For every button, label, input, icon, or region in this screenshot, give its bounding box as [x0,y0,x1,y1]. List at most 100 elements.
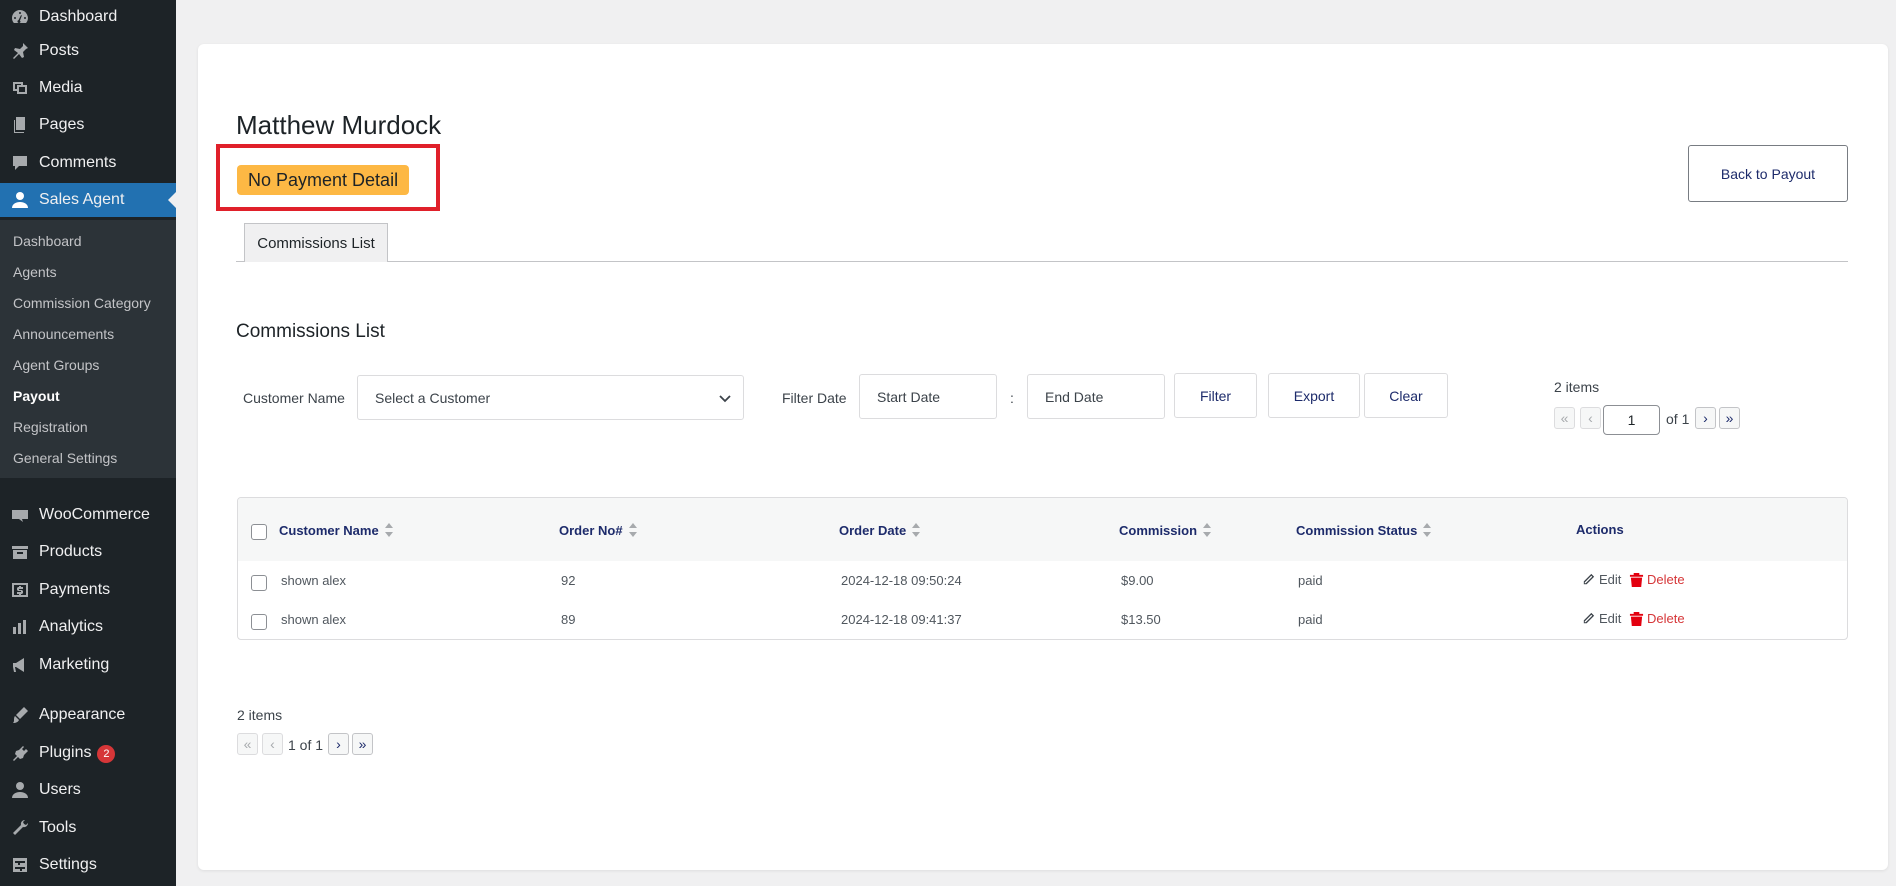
menu-item-payments[interactable]: Payments [0,573,176,607]
menu-item-woocommerce[interactable]: WooCommerce [0,498,176,532]
menu-item-comments[interactable]: Comments [0,146,176,180]
tab-commissions-list[interactable]: Commissions List [244,223,388,262]
customer-select-value: Select a Customer [375,389,491,406]
column-header-actions: Actions [1576,522,1624,537]
menu-label: Plugins 2 [39,743,116,763]
prev-page-button-bottom[interactable]: ‹ [262,733,283,755]
export-button[interactable]: Export [1268,373,1360,418]
current-page-input[interactable] [1603,405,1660,435]
menu-item-media[interactable]: Media [0,71,176,105]
first-page-button[interactable]: « [1554,407,1575,429]
column-header-order-date[interactable]: Order Date [839,522,921,538]
media-icon [10,78,30,98]
brush-icon [10,705,30,725]
pin-icon [10,41,30,61]
menu-item-posts[interactable]: Posts [0,34,176,68]
edit-button[interactable]: Edit [1581,611,1621,626]
row-checkbox[interactable] [251,614,267,630]
menu-item-marketing[interactable]: Marketing [0,648,176,682]
delete-label: Delete [1647,611,1685,626]
submenu-item-general-settings[interactable]: General Settings [13,450,117,466]
last-page-button-bottom[interactable]: » [352,733,373,755]
menu-label: WooCommerce [39,506,150,523]
submenu-item-agent-groups[interactable]: Agent Groups [13,357,99,373]
next-page-button[interactable]: › [1695,407,1716,429]
select-all-checkbox[interactable] [251,524,267,540]
end-date-input[interactable]: End Date [1027,374,1165,419]
users-icon [10,780,30,800]
prev-page-button[interactable]: ‹ [1580,407,1601,429]
column-label: Customer Name [279,522,379,538]
trash-icon [1629,572,1644,587]
menu-label: Settings [39,856,97,873]
back-to-payout-button[interactable]: Back to Payout [1688,145,1848,202]
menu-label: Marketing [39,656,110,673]
menu-label: Payments [39,581,111,598]
date-separator: : [1010,390,1014,406]
edit-button[interactable]: Edit [1581,572,1621,587]
cell-commission: $13.50 [1121,612,1161,627]
column-header-customer-name[interactable]: Customer Name [279,522,394,538]
chevron-down-icon [717,390,733,406]
archive-icon [10,542,30,562]
filter-date-label: Filter Date [782,390,847,406]
menu-label: Appearance [39,706,126,723]
delete-button[interactable]: Delete [1629,611,1685,626]
sort-icon [628,523,637,537]
menu-item-users[interactable]: Users [0,773,176,807]
last-page-button[interactable]: » [1719,407,1740,429]
menu-item-plugins[interactable]: Plugins 2 [0,736,176,770]
menu-label-text: Plugins [39,743,92,761]
menu-label: Users [39,781,81,798]
column-label: Commission Status [1296,522,1418,538]
admin-sidebar: Dashboard Posts Media Pages Comments Sal… [0,0,176,886]
sales-agent-submenu: Dashboard Agents Commission Category Ann… [0,220,176,478]
edit-label: Edit [1599,572,1622,587]
menu-item-settings[interactable]: Settings [0,848,176,882]
menu-item-appearance[interactable]: Appearance [0,698,176,732]
cell-customer: shown alex [281,612,347,627]
first-page-button-bottom[interactable]: « [237,733,258,755]
menu-item-tools[interactable]: Tools [0,811,176,845]
filter-button[interactable]: Filter [1174,373,1257,418]
submenu-item-agents[interactable]: Agents [13,264,57,280]
start-date-input[interactable]: Start Date [859,374,997,419]
table-row: shown alex 89 2024-12-18 09:41:37 $13.50… [238,600,1847,639]
cell-status: paid [1298,573,1323,588]
menu-item-analytics[interactable]: Analytics [0,610,176,644]
next-page-button-bottom[interactable]: › [328,733,349,755]
page-indicator-bottom: 1 of 1 [288,737,324,753]
submenu-item-dashboard[interactable]: Dashboard [13,233,82,249]
menu-item-sales-agent[interactable]: Sales Agent [0,183,176,217]
submenu-item-commission-category[interactable]: Commission Category [13,295,151,311]
woo-icon [10,505,30,525]
start-date-placeholder: Start Date [877,388,941,405]
items-count-bottom: 2 items [237,707,283,723]
menu-item-pages[interactable]: Pages [0,108,176,142]
menu-label: Pages [39,116,85,133]
menu-label: Comments [39,154,117,171]
table-row: shown alex 92 2024-12-18 09:50:24 $9.00 … [238,561,1847,601]
section-title: Commissions List [236,321,385,342]
cell-customer: shown alex [281,573,347,588]
menu-item-products[interactable]: Products [0,535,176,569]
submenu-item-payout[interactable]: Payout [13,388,60,404]
submenu-item-announcements[interactable]: Announcements [13,326,114,342]
submenu-item-registration[interactable]: Registration [13,419,88,435]
column-header-commission[interactable]: Commission [1119,522,1212,538]
delete-button[interactable]: Delete [1629,572,1685,587]
row-checkbox[interactable] [251,575,267,591]
sort-icon [1423,523,1432,537]
edit-label: Edit [1599,611,1622,626]
update-count-badge: 2 [97,744,116,763]
customer-select[interactable]: Select a Customer [357,375,744,420]
clear-button[interactable]: Clear [1364,373,1448,418]
delete-label: Delete [1647,572,1685,587]
menu-item-dashboard[interactable]: Dashboard [0,0,176,34]
column-header-commission-status[interactable]: Commission Status [1296,522,1432,538]
column-header-order-no[interactable]: Order No# [559,522,638,538]
cell-order-no: 89 [561,612,576,627]
content-card [198,44,1888,870]
column-label: Actions [1576,522,1624,537]
pencil-icon [1583,573,1595,585]
